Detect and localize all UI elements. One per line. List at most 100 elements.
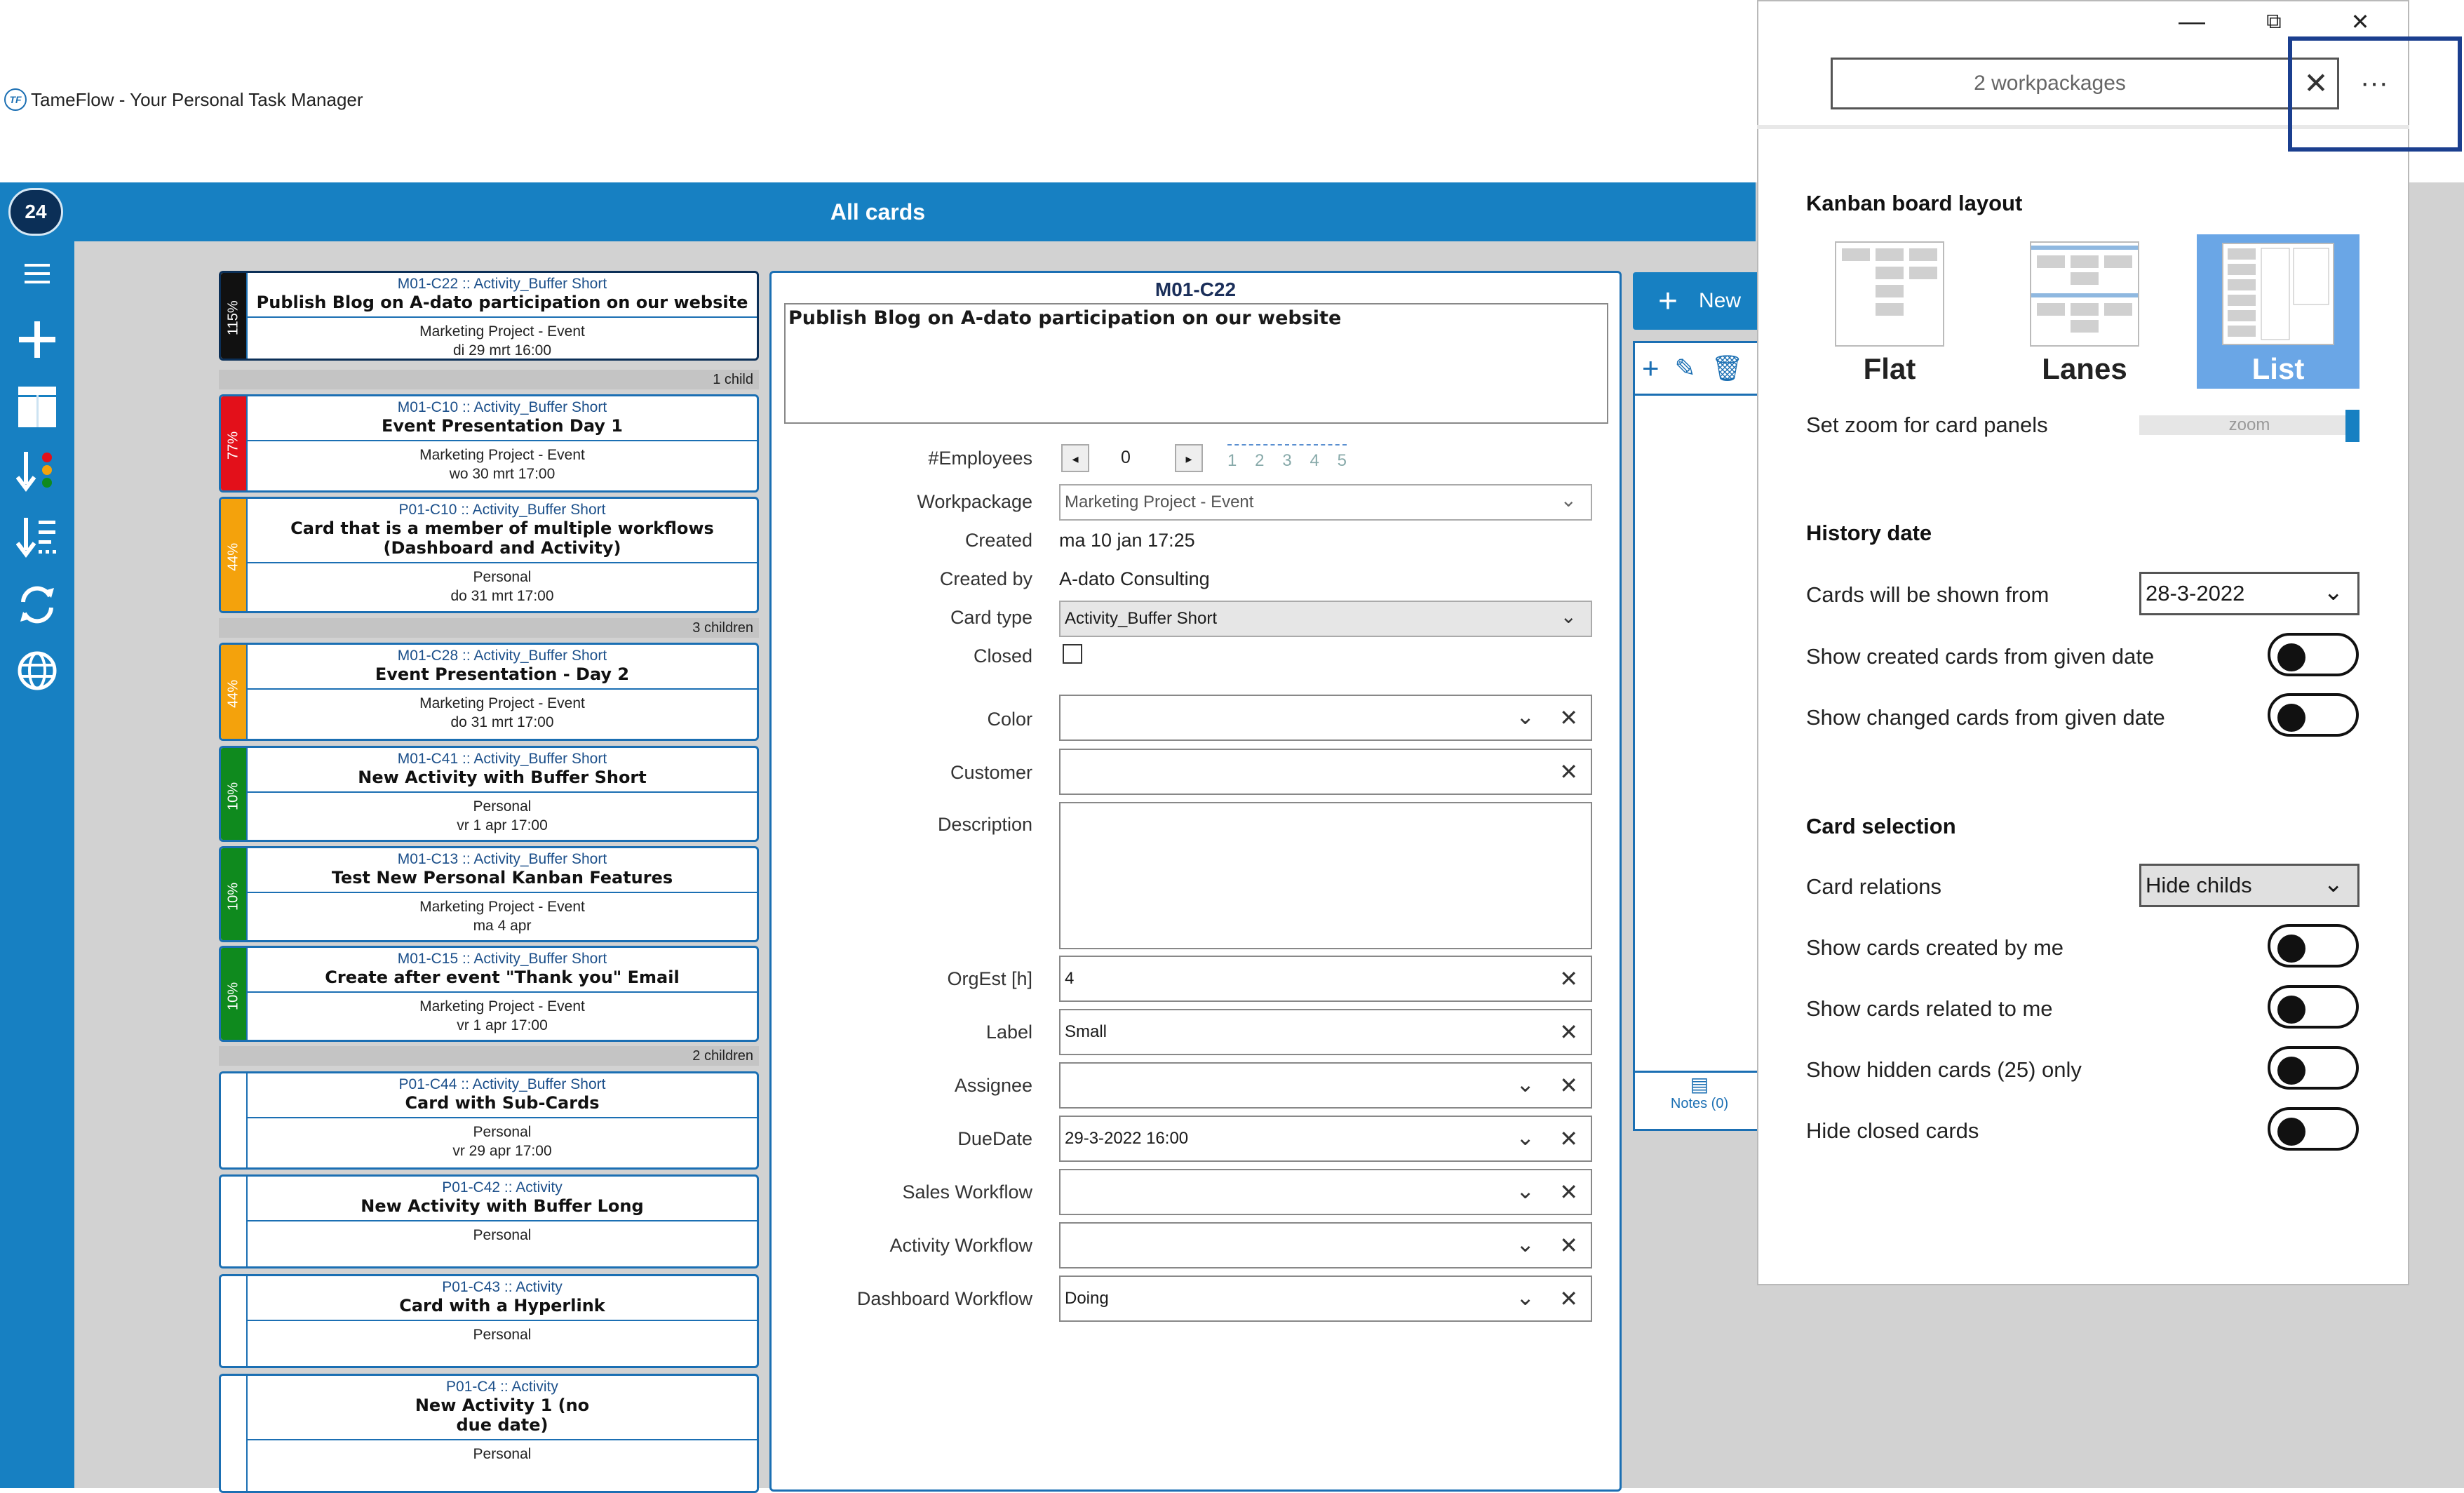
sales-workflow-select[interactable]: ⌄ ✕ — [1059, 1169, 1592, 1215]
chevron-down-icon: ⌄ — [1560, 605, 1577, 627]
toggle-knob — [2277, 643, 2305, 671]
card[interactable]: 10% M01-C13 :: Activity_Buffer Short Tes… — [219, 846, 759, 942]
activity-workflow-select[interactable]: ⌄ ✕ — [1059, 1222, 1592, 1268]
hide-closed-toggle[interactable] — [2268, 1107, 2359, 1151]
card[interactable]: 77% M01-C10 :: Activity_Buffer Short Eve… — [219, 394, 759, 493]
app-title: TF TameFlow - Your Personal Task Manager — [4, 88, 363, 111]
workpackage-search-field[interactable]: 2 workpackages — [1831, 58, 2339, 109]
assignee-select[interactable]: ⌄ ✕ — [1059, 1062, 1592, 1109]
card-separator — [248, 1439, 757, 1440]
history-date-select[interactable]: 28-3-2022 ⌄ — [2139, 572, 2359, 615]
list-layout-option-selected[interactable]: List — [2197, 234, 2359, 389]
card-id: M01-C22 :: Activity_Buffer Short — [397, 276, 607, 292]
chevron-down-icon[interactable]: ⌄ — [1516, 1124, 1535, 1151]
by-me-toggle[interactable] — [2268, 924, 2359, 968]
globe-icon[interactable] — [0, 643, 74, 699]
dashboard-workflow-select[interactable]: Doing ⌄ ✕ — [1059, 1276, 1592, 1322]
card-count-badge[interactable]: 24 — [8, 188, 63, 236]
new-button[interactable]: + New — [1633, 272, 1773, 330]
card-body: M01-C13 :: Activity_Buffer Short Test Ne… — [246, 848, 757, 940]
chevron-down-icon: ⌄ — [1560, 489, 1577, 511]
clear-icon[interactable]: ✕ — [1559, 704, 1578, 731]
refresh-icon[interactable] — [0, 577, 74, 633]
title-textarea[interactable]: Publish Blog on A-dato participation on … — [784, 303, 1608, 424]
edit-icon[interactable]: ✎ — [1675, 354, 1696, 383]
chevron-down-icon[interactable]: ⌄ — [1516, 703, 1535, 730]
chevron-down-icon[interactable]: ⌄ — [1516, 1177, 1535, 1204]
card-type-select[interactable]: Activity_Buffer Short ⌄ — [1059, 601, 1592, 637]
show-changed-toggle[interactable] — [2268, 693, 2359, 737]
chevron-down-icon[interactable]: ⌄ — [1516, 1284, 1535, 1311]
orgest-input[interactable]: 4 ✕ — [1059, 956, 1592, 1002]
clear-icon[interactable]: ✕ — [1559, 1179, 1578, 1205]
card[interactable]: 44% M01-C28 :: Activity_Buffer Short Eve… — [219, 643, 759, 741]
card[interactable]: P01-C44 :: Activity_Buffer Short Card wi… — [219, 1071, 759, 1170]
card[interactable]: 10% M01-C15 :: Activity_Buffer Short Cre… — [219, 946, 759, 1042]
clear-icon[interactable]: ✕ — [1559, 1125, 1578, 1152]
clear-icon[interactable]: ✕ — [1559, 1072, 1578, 1099]
clear-icon[interactable]: ✕ — [1559, 1232, 1578, 1259]
employees-decrease-button[interactable]: ◂ — [1061, 444, 1089, 472]
sort-priority-icon[interactable] — [0, 443, 74, 500]
window-close-button[interactable]: ✕ — [2339, 4, 2381, 39]
closed-checkbox[interactable] — [1063, 644, 1082, 664]
lanes-layout-thumbnail[interactable] — [2030, 241, 2139, 347]
description-textarea[interactable] — [1059, 802, 1592, 949]
label-input[interactable]: Small ✕ — [1059, 1009, 1592, 1055]
delete-icon[interactable]: 🗑 — [1711, 354, 1744, 383]
card-status-strip — [221, 1073, 246, 1167]
card-separator — [248, 1320, 757, 1321]
clear-search-icon[interactable]: ✕ — [2294, 58, 2338, 109]
card-id: M01-C13 :: Activity_Buffer Short — [397, 851, 607, 867]
card-body: P01-C43 :: Activity Card with a Hyperlin… — [246, 1276, 757, 1366]
notes-tab[interactable]: ▤ Notes (0) — [1635, 1071, 1764, 1129]
zoom-slider[interactable]: zoom — [2139, 410, 2359, 442]
flat-layout-label[interactable]: Flat — [1835, 352, 1944, 386]
card-relations-select[interactable]: Hide childs ⌄ — [2139, 864, 2359, 907]
card-id: M01-C10 :: Activity_Buffer Short — [397, 399, 607, 415]
clear-icon[interactable]: ✕ — [1559, 1285, 1578, 1312]
duedate-input[interactable]: 29-3-2022 16:00 ⌄ ✕ — [1059, 1116, 1592, 1162]
card-status-strip: 10% — [221, 948, 246, 1040]
card[interactable]: 10% M01-C41 :: Activity_Buffer Short New… — [219, 746, 759, 842]
chevron-down-icon[interactable]: ⌄ — [1516, 1231, 1535, 1257]
more-options-button[interactable]: ··· — [2350, 63, 2399, 105]
child-count-bar[interactable]: 1 child — [219, 370, 759, 389]
child-count-bar[interactable]: 3 children — [219, 618, 759, 638]
card[interactable]: 44% P01-C10 :: Activity_Buffer Short Car… — [219, 497, 759, 613]
card[interactable]: 115% M01-C22 :: Activity_Buffer Short Pu… — [219, 271, 759, 361]
flat-layout-thumbnail[interactable] — [1835, 241, 1944, 347]
employees-scale[interactable]: 1 2 3 4 5 — [1227, 444, 1347, 476]
card-project: Personal — [473, 1327, 532, 1343]
add-note-icon[interactable]: + — [1642, 352, 1660, 385]
history-heading: History date — [1806, 521, 1932, 545]
restore-button[interactable]: ⧉ — [2253, 4, 2295, 39]
board-icon[interactable] — [0, 379, 74, 435]
card[interactable]: P01-C42 :: Activity New Activity with Bu… — [219, 1174, 759, 1268]
card[interactable]: P01-C4 :: Activity New Activity 1 (no du… — [219, 1374, 759, 1493]
card-status-strip: 10% — [221, 748, 246, 840]
minimize-button[interactable]: — — [2171, 4, 2213, 39]
color-select[interactable]: ⌄ ✕ — [1059, 695, 1592, 741]
zoom-slider-thumb[interactable] — [2345, 410, 2359, 442]
sort-list-icon[interactable] — [0, 509, 74, 565]
add-icon[interactable] — [0, 312, 74, 368]
card[interactable]: P01-C43 :: Activity Card with a Hyperlin… — [219, 1274, 759, 1368]
card-body: M01-C10 :: Activity_Buffer Short Event P… — [246, 396, 757, 490]
card-separator — [248, 791, 757, 793]
employees-increase-button[interactable]: ▸ — [1175, 444, 1203, 472]
workpackage-select[interactable]: Marketing Project - Event ⌄ — [1059, 484, 1592, 521]
chevron-down-icon[interactable]: ⌄ — [1516, 1071, 1535, 1097]
menu-icon[interactable] — [0, 246, 74, 302]
customer-input[interactable]: ✕ — [1059, 749, 1592, 795]
child-count-bar[interactable]: 2 children — [219, 1046, 759, 1066]
card-separator — [248, 991, 757, 993]
lanes-layout-label[interactable]: Lanes — [2030, 352, 2139, 386]
clear-icon[interactable]: ✕ — [1559, 965, 1578, 992]
clear-icon[interactable]: ✕ — [1559, 1019, 1578, 1045]
clear-icon[interactable]: ✕ — [1559, 758, 1578, 785]
card-percent: 44% — [221, 499, 246, 611]
hidden-cards-toggle[interactable] — [2268, 1046, 2359, 1090]
show-created-toggle[interactable] — [2268, 633, 2359, 676]
related-toggle[interactable] — [2268, 985, 2359, 1029]
